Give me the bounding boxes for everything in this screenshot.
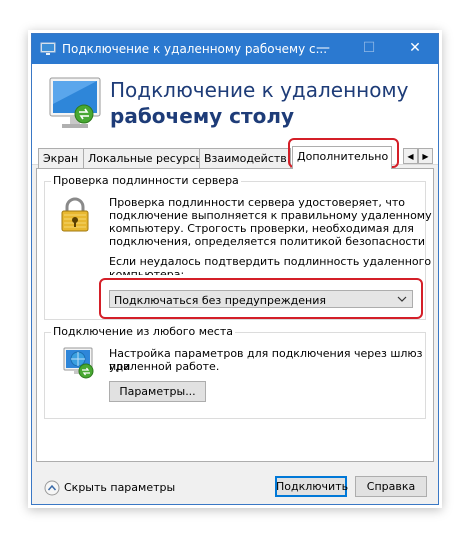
header-title-line2: рабочему столу	[110, 104, 295, 128]
rdp-app-icon	[40, 42, 56, 55]
auth-description-line2: подключение выполняется к правильному уд…	[109, 209, 432, 222]
tab-scroll-left-button[interactable]: ◀	[403, 148, 418, 164]
server-auth-group-title: Проверка подлинности сервера	[51, 174, 241, 187]
close-button[interactable]: ✕	[392, 34, 438, 64]
header-title-line1: Подключение к удаленному	[110, 78, 409, 102]
connect-anywhere-group-title: Подключение из любого места	[51, 325, 235, 338]
gateway-globe-icon	[63, 347, 94, 379]
tab-experience[interactable]: Взаимодейств	[199, 148, 291, 168]
anywhere-description-line2: удаленной работе.	[109, 360, 220, 373]
maximize-button[interactable]: ☐	[346, 34, 392, 64]
tab-advanced[interactable]: Дополнительно	[292, 146, 392, 169]
connect-anywhere-group: Подключение из любого места	[44, 325, 426, 419]
help-button[interactable]: Справка	[355, 476, 427, 497]
auth-description-line3: компьютеру. Строгость проверки, необходи…	[109, 222, 414, 235]
window-title: Подключение к удаленному рабочему с...	[62, 42, 328, 56]
tab-strip: Экран Локальные ресурсы Взаимодейств Доп…	[38, 146, 434, 169]
auth-select-highlight	[99, 278, 423, 319]
gateway-settings-button[interactable]: Параметры...	[109, 381, 206, 402]
tab-local-resources[interactable]: Локальные ресурсы	[83, 148, 204, 168]
auth-question-line2: компьютера:	[109, 268, 185, 275]
tab-display[interactable]: Экран	[38, 148, 84, 168]
collapse-arrow-icon	[44, 480, 60, 496]
tab-scroll-right-button[interactable]: ▶	[418, 148, 433, 164]
auth-question-line1: Если неудалось подтвердить подлинность у…	[109, 255, 432, 268]
title-bar[interactable]: Подключение к удаленному рабочему с... —…	[32, 34, 438, 64]
minimize-button[interactable]: —	[300, 34, 346, 64]
padlock-icon	[61, 197, 89, 232]
auth-description-line1: Проверка подлинности сервера удостоверяе…	[109, 196, 405, 209]
hide-options-label: Скрыть параметры	[64, 481, 176, 494]
auth-description-line4: подключения, определяется политикой безо…	[109, 235, 426, 248]
connect-button[interactable]: Подключить	[275, 476, 348, 497]
rdp-dialog: Подключение к удаленному рабочему с... —…	[31, 33, 439, 505]
remote-desktop-monitor-icon	[49, 77, 101, 128]
